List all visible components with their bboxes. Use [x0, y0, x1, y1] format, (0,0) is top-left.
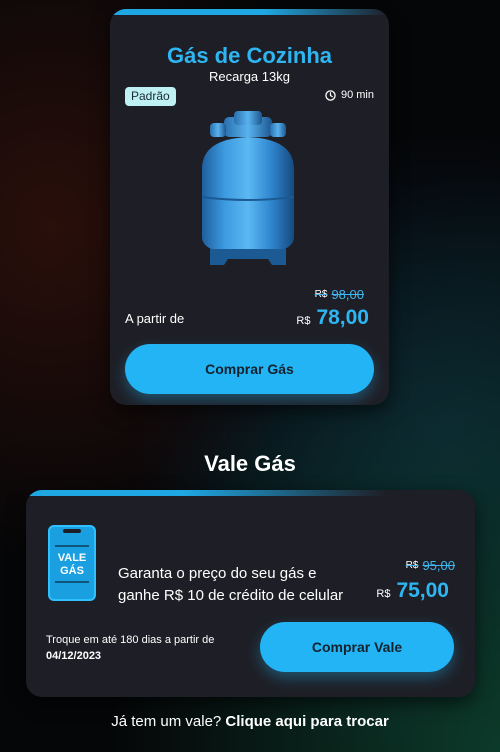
ticket-text-top: VALE: [58, 552, 87, 564]
original-price: R$ 98,00: [315, 287, 364, 302]
vale-gas-card: VALE GÁS Garanta o preço do seu gás e ga…: [26, 490, 475, 697]
voucher-price-value: 75,00: [396, 579, 449, 602]
product-title: Gás de Cozinha: [166, 43, 333, 68]
voucher-description: Garanta o preço do seu gás e ganhe R$ 10…: [118, 563, 358, 607]
price-value: 78,00: [316, 306, 369, 329]
product-subtitle: Recarga 13kg: [209, 69, 290, 84]
gas-product-card: Gás de Cozinha Recarga 13kg Padrão 90 mi…: [110, 9, 389, 405]
ticket-text-bottom: GÁS: [60, 564, 84, 577]
buy-gas-button[interactable]: Comprar Gás: [125, 344, 374, 394]
delivery-time-label: 90 min: [340, 89, 374, 101]
from-label: A partir de: [125, 311, 185, 326]
voucher-ticket-icon: VALE GÁS: [48, 525, 96, 601]
footer-question: Já tem um vale?: [111, 713, 222, 730]
vale-section-title: Vale Gás: [204, 451, 296, 476]
currency-label: R$: [296, 315, 311, 327]
current-price: R$ 78,00: [296, 306, 369, 330]
buy-voucher-button[interactable]: Comprar Vale: [260, 622, 454, 672]
old-price-value: 98,00: [331, 287, 364, 302]
voucher-old-price-value: 95,00: [422, 558, 455, 573]
exchange-note: Troque em até 180 dias a partir de 04/12…: [46, 632, 214, 664]
voucher-old-currency: R$: [405, 560, 419, 571]
redeem-voucher-link[interactable]: Clique aqui para trocar: [225, 713, 388, 730]
voucher-description-line1: Garanta o preço do seu gás e: [118, 565, 317, 582]
exchange-date: 04/12/2023: [46, 650, 102, 662]
old-currency: R$: [314, 289, 328, 300]
voucher-current-price: R$ 75,00: [376, 579, 449, 603]
gas-cylinder-image: [201, 111, 295, 265]
exchange-note-text: Troque em até 180 dias a partir de: [46, 634, 215, 646]
footer-redeem: Já tem um vale? Clique aqui para trocar: [0, 713, 500, 730]
voucher-currency: R$: [376, 588, 391, 600]
voucher-description-line2: ganhe R$ 10 de crédito de celular: [118, 587, 344, 604]
voucher-original-price: R$ 95,00: [406, 558, 455, 573]
standard-badge: Padrão: [125, 87, 176, 106]
clock-icon: [325, 89, 336, 101]
delivery-time: 90 min: [325, 89, 374, 101]
